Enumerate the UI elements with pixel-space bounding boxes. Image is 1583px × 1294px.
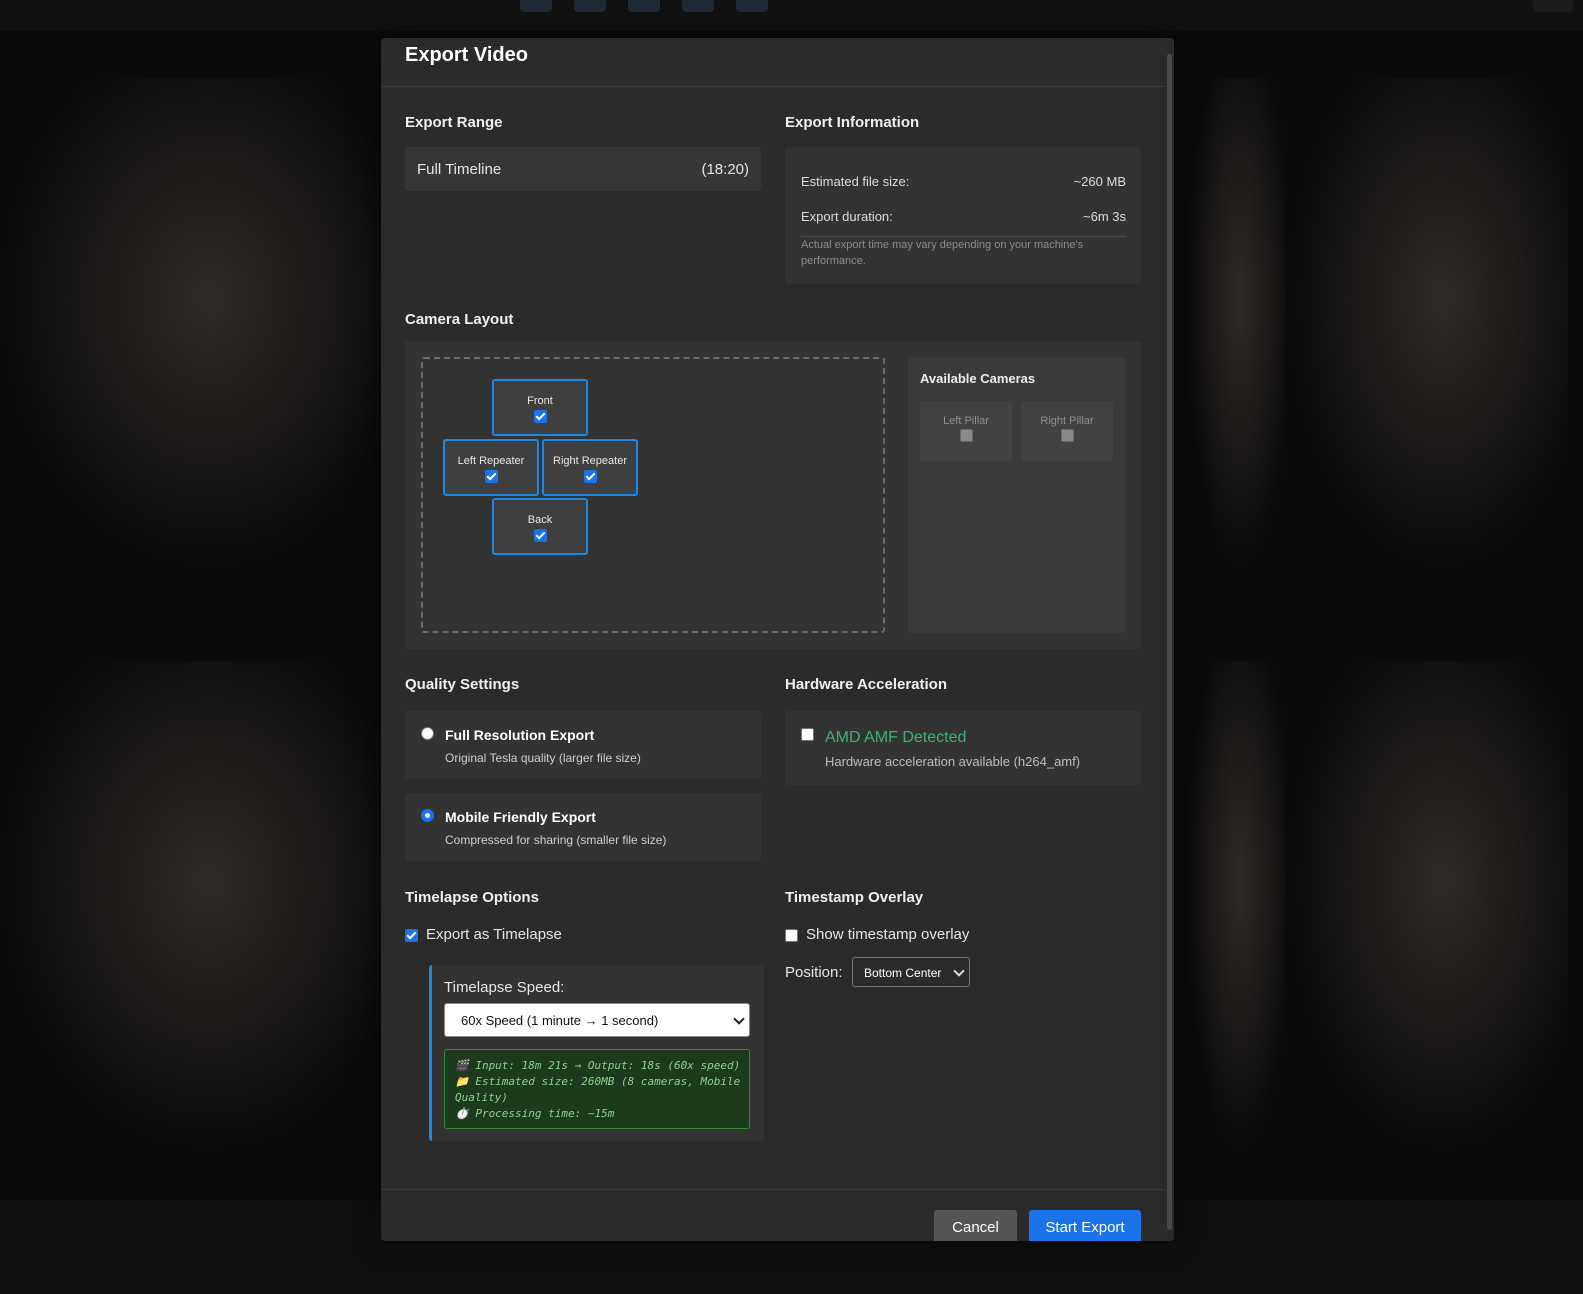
camera-tile-right-repeater[interactable]: Right Repeater bbox=[542, 439, 638, 496]
export-range-heading: Export Range bbox=[405, 114, 503, 131]
start-export-button[interactable]: Start Export bbox=[1029, 1210, 1141, 1241]
play-icon bbox=[628, 0, 660, 12]
step-forward-icon bbox=[682, 0, 714, 12]
available-cameras-title: Available Cameras bbox=[920, 371, 1036, 386]
hardware-acceleration-heading: Hardware Acceleration bbox=[785, 676, 948, 693]
timestamp-overlay-checkbox[interactable] bbox=[785, 928, 798, 942]
quality-option-description: Original Tesla quality (larger file size… bbox=[445, 751, 641, 765]
timelapse-speed-select[interactable]: 60x Speed (1 minute → 1 second) bbox=[444, 1003, 750, 1037]
timelapse-options-heading: Timelapse Options bbox=[405, 889, 539, 906]
hardware-detected-description: Hardware acceleration available (h264_am… bbox=[825, 754, 1081, 769]
quality-option-description: Compressed for sharing (smaller file siz… bbox=[445, 833, 667, 847]
cancel-button[interactable]: Cancel bbox=[934, 1210, 1017, 1241]
timelapse-speed-value: 60x Speed (1 minute → 1 second) bbox=[461, 1013, 659, 1028]
quality-option-title: Mobile Friendly Export bbox=[445, 809, 596, 825]
timestamp-overlay-toggle[interactable]: Show timestamp overlay bbox=[785, 926, 969, 943]
background-video-tile bbox=[1288, 661, 1568, 1151]
export-video-modal: Export Video Export Range Full Timeline … bbox=[381, 38, 1174, 1241]
chevron-down-icon bbox=[733, 1013, 745, 1025]
timelapse-info-line: ⏱️ Processing time: ~15m bbox=[455, 1107, 615, 1120]
timelapse-settings-panel: Timelapse Speed: 60x Speed (1 minute → 1… bbox=[429, 965, 764, 1141]
file-size-value: ~260 MB bbox=[1073, 174, 1126, 189]
mobile-friendly-radio[interactable] bbox=[421, 809, 434, 822]
timelapse-speed-label: Timelapse Speed: bbox=[444, 979, 565, 996]
background-toolbar bbox=[0, 0, 1583, 31]
step-back-icon bbox=[574, 0, 606, 12]
background-playback-controls bbox=[520, 0, 768, 12]
camera-left-repeater-checkbox[interactable] bbox=[484, 470, 498, 484]
camera-left-pillar-checkbox[interactable] bbox=[959, 429, 973, 443]
background-time-readout bbox=[1533, 0, 1573, 12]
export-duration-row: Export duration: ~6m 3s bbox=[801, 209, 1126, 224]
export-range-selector[interactable]: Full Timeline (18:20) bbox=[405, 147, 761, 191]
export-time-note: Actual export time may vary depending on… bbox=[801, 239, 1084, 267]
camera-label: Front bbox=[527, 395, 553, 407]
full-resolution-radio[interactable] bbox=[421, 727, 434, 740]
background-video-tile bbox=[0, 78, 380, 568]
camera-label: Right Pillar bbox=[1040, 415, 1094, 427]
quality-option-mobile-friendly[interactable]: Mobile Friendly Export Compressed for sh… bbox=[405, 793, 761, 861]
background-video-tile bbox=[1185, 78, 1285, 568]
modal-title: Export Video bbox=[405, 44, 528, 66]
timestamp-position-select[interactable]: Bottom Center bbox=[852, 957, 970, 987]
timelapse-info-line: Quality) bbox=[455, 1091, 508, 1104]
export-range-duration: (18:20) bbox=[701, 161, 749, 178]
export-range-label: Full Timeline bbox=[417, 161, 502, 178]
modal-scrollbar[interactable] bbox=[1165, 38, 1174, 1241]
camera-layout-panel: Front Left Repeater Right Repeater Back … bbox=[405, 341, 1142, 649]
available-camera-left-pillar[interactable]: Left Pillar bbox=[920, 401, 1012, 461]
timestamp-overlay-label: Show timestamp overlay bbox=[806, 926, 970, 943]
camera-label: Right Repeater bbox=[553, 455, 627, 467]
timelapse-info-line: 📁 Estimated size: 260MB (8 cameras, Mobi… bbox=[455, 1075, 741, 1088]
timestamp-position-label: Position: bbox=[785, 964, 843, 981]
camera-back-checkbox[interactable] bbox=[533, 529, 547, 543]
timelapse-toggle[interactable]: Export as Timelapse bbox=[405, 926, 562, 943]
export-duration-value: ~6m 3s bbox=[1083, 209, 1126, 224]
camera-label: Left Pillar bbox=[943, 415, 989, 427]
modal-footer: Cancel Start Export bbox=[381, 1189, 1165, 1241]
hardware-acceleration-checkbox[interactable] bbox=[801, 728, 814, 741]
camera-tile-back[interactable]: Back bbox=[492, 498, 588, 555]
export-info-panel: Estimated file size: ~260 MB Export dura… bbox=[785, 147, 1141, 284]
available-camera-right-pillar[interactable]: Right Pillar bbox=[1021, 401, 1113, 461]
timelapse-info-line: 🎬 Input: 18m 21s → Output: 18s (60x spee… bbox=[455, 1059, 741, 1072]
camera-tile-front[interactable]: Front bbox=[492, 379, 588, 436]
skip-start-icon bbox=[520, 0, 552, 12]
camera-layout-heading: Camera Layout bbox=[405, 311, 514, 328]
export-info-heading: Export Information bbox=[785, 114, 920, 131]
timelapse-estimate-box: 🎬 Input: 18m 21s → Output: 18s (60x spee… bbox=[444, 1049, 750, 1129]
file-size-row: Estimated file size: ~260 MB bbox=[801, 174, 1126, 189]
export-duration-label: Export duration: bbox=[801, 209, 893, 224]
background-video-tile bbox=[0, 661, 380, 1151]
quality-option-full-resolution[interactable]: Full Resolution Export Original Tesla qu… bbox=[405, 711, 761, 779]
background-video-tile bbox=[1288, 78, 1568, 568]
camera-tile-left-repeater[interactable]: Left Repeater bbox=[443, 439, 539, 496]
camera-label: Left Repeater bbox=[457, 455, 525, 467]
modal-scrollbar-thumb[interactable] bbox=[1167, 54, 1172, 1230]
skip-end-icon bbox=[736, 0, 768, 12]
camera-grid-dropzone[interactable]: Front Left Repeater Right Repeater Back bbox=[421, 357, 885, 633]
hardware-detected-title: AMD AMF Detected bbox=[825, 729, 967, 746]
camera-label: Back bbox=[527, 514, 553, 526]
quality-option-title: Full Resolution Export bbox=[445, 727, 595, 743]
camera-right-repeater-checkbox[interactable] bbox=[583, 470, 597, 484]
available-cameras-panel: Available Cameras Left Pillar Right Pill… bbox=[908, 357, 1126, 633]
file-size-label: Estimated file size: bbox=[801, 174, 910, 189]
timestamp-position-value: Bottom Center bbox=[864, 966, 942, 980]
quality-settings-heading: Quality Settings bbox=[405, 676, 520, 693]
chevron-down-icon bbox=[953, 965, 965, 977]
camera-front-checkbox[interactable] bbox=[533, 410, 547, 424]
camera-right-pillar-checkbox[interactable] bbox=[1060, 429, 1074, 443]
timelapse-checkbox-label: Export as Timelapse bbox=[426, 926, 562, 943]
hardware-acceleration-panel: AMD AMF Detected Hardware acceleration a… bbox=[785, 711, 1141, 785]
timestamp-overlay-heading: Timestamp Overlay bbox=[785, 889, 924, 906]
timelapse-checkbox[interactable] bbox=[405, 928, 418, 942]
background-video-tile bbox=[1185, 661, 1285, 1151]
modal-header: Export Video bbox=[381, 38, 1165, 87]
